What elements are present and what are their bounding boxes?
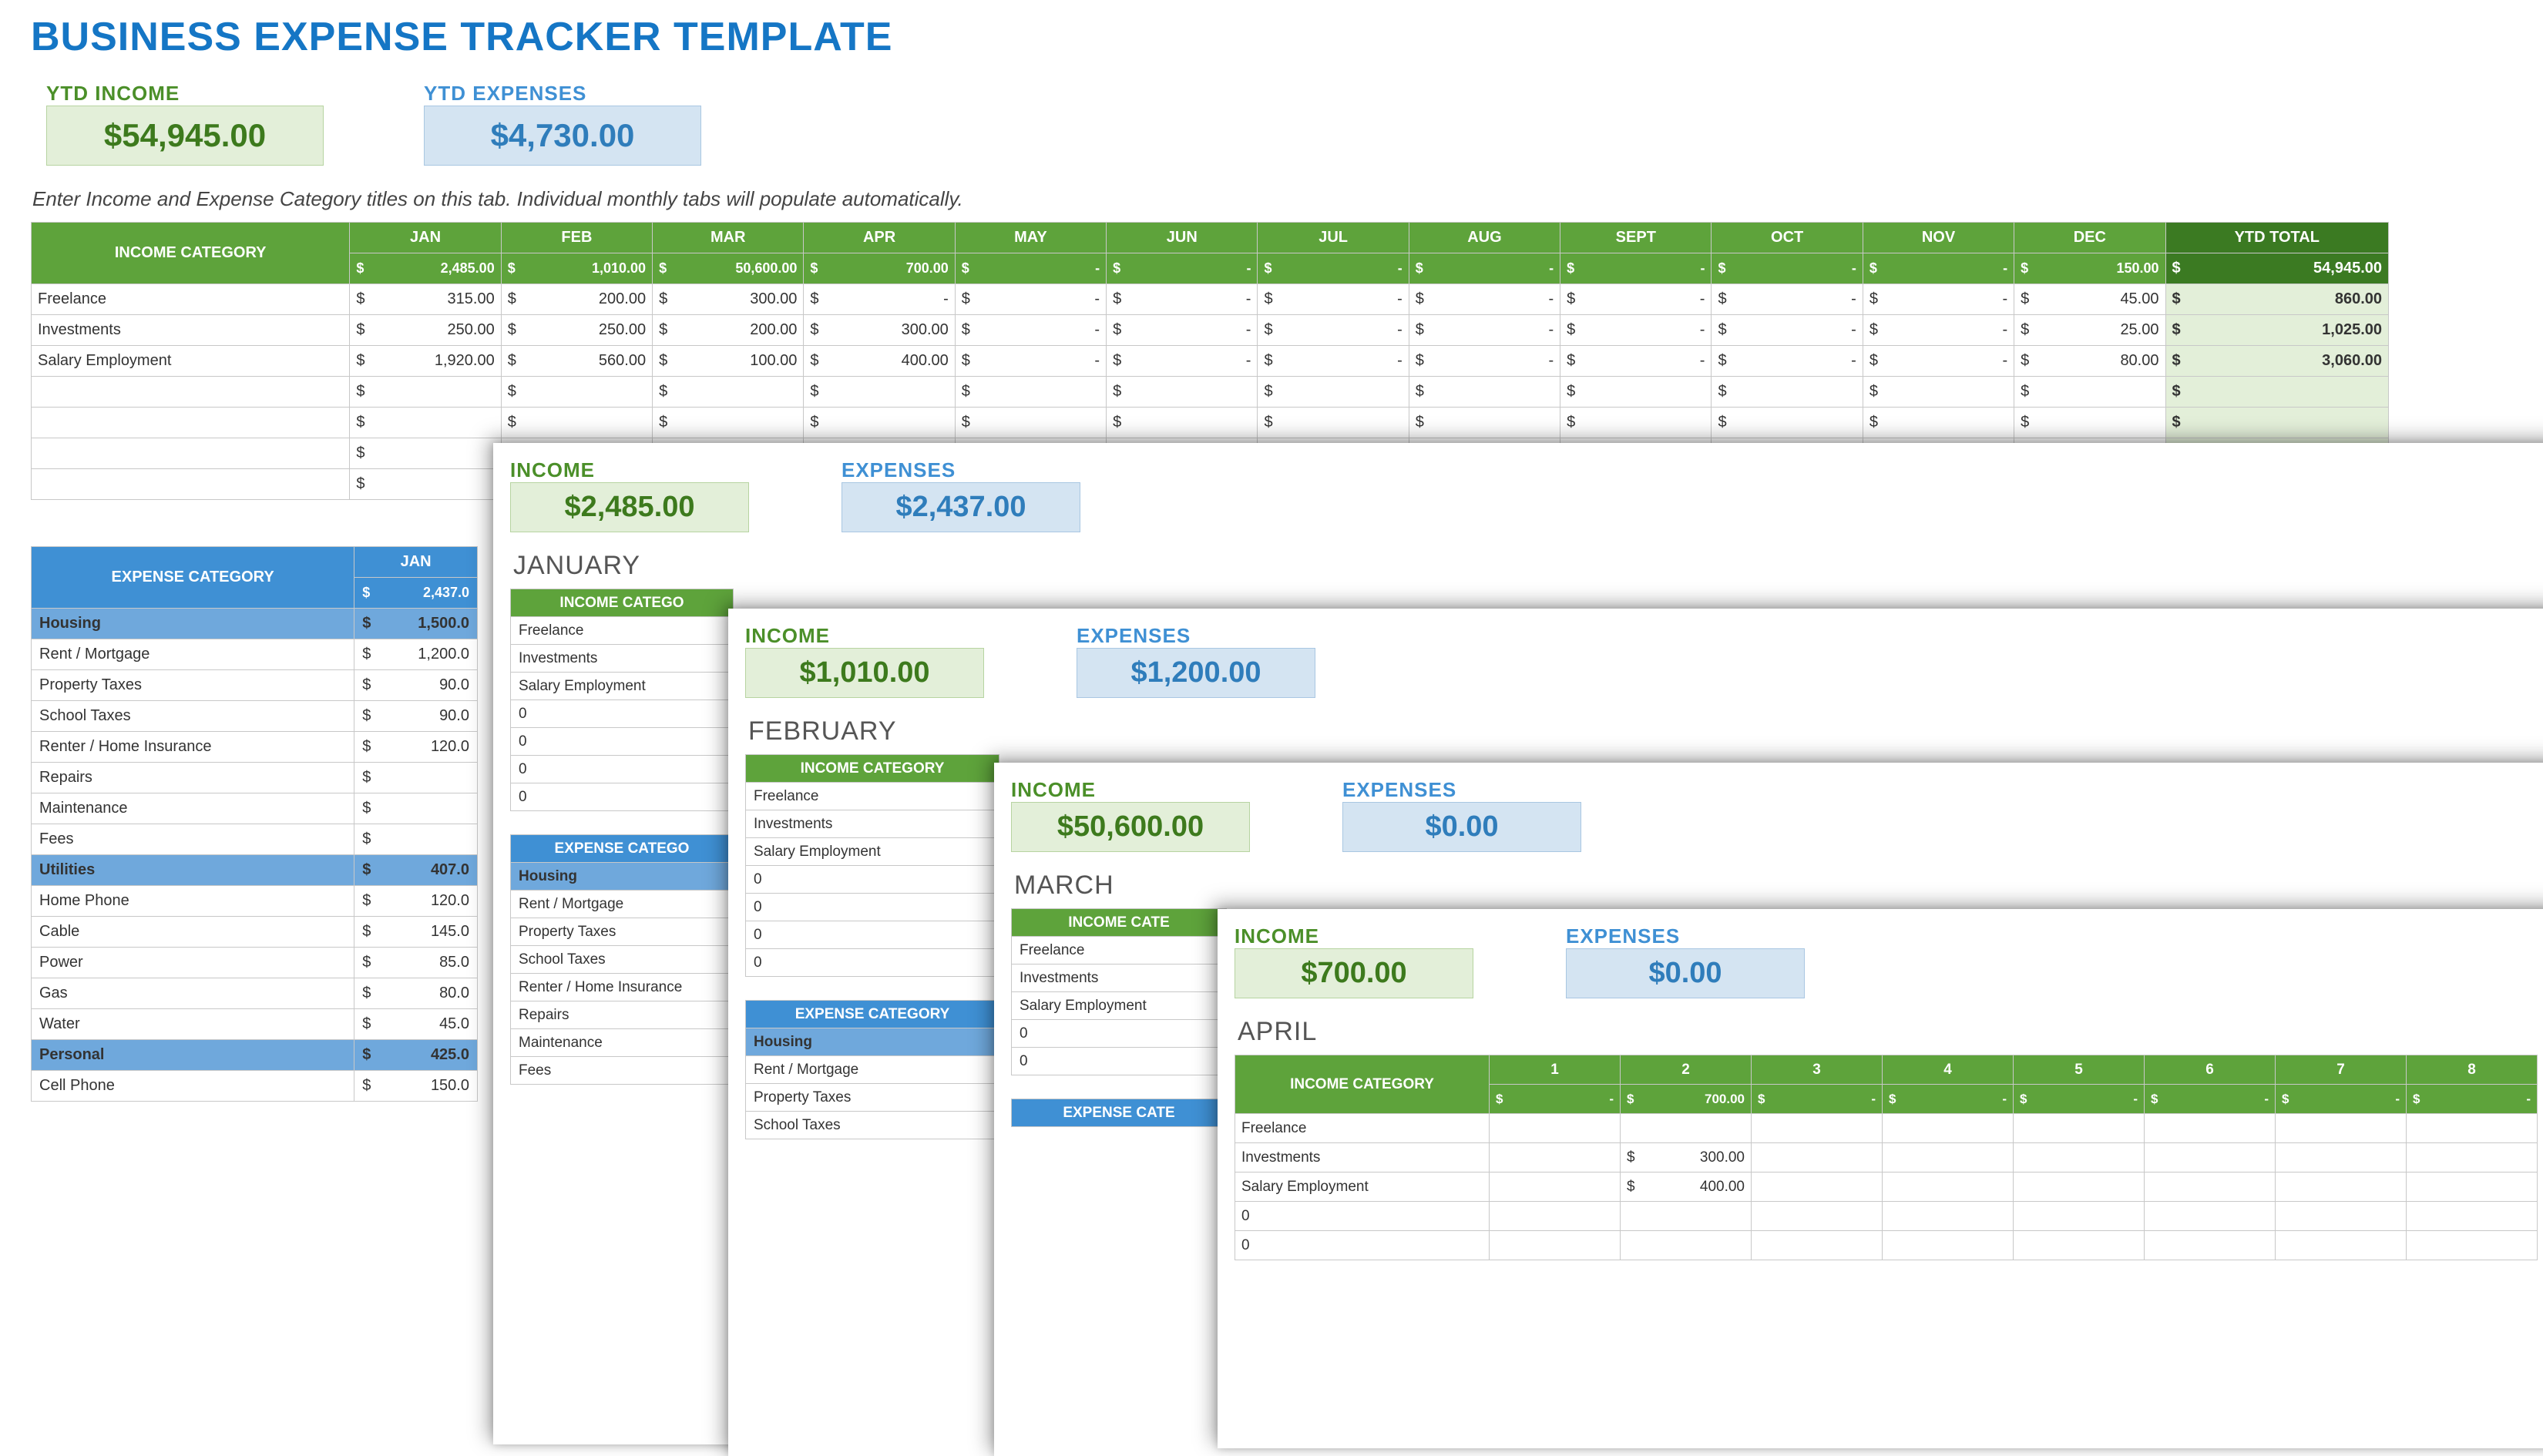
mar-income-table[interactable]: INCOME CATEFreelanceInvestmentsSalary Em… [1011,908,1227,1075]
mar-income-value: $50,600.00 [1011,802,1250,852]
jan-exp-value: $2,437.00 [842,482,1080,532]
ytd-summary: YTD INCOME $54,945.00 YTD EXPENSES $4,73… [0,60,2543,166]
page-title: BUSINESS EXPENSE TRACKER TEMPLATE [0,0,2543,60]
ytd-expenses-block: YTD EXPENSES $4,730.00 [424,82,701,166]
apr-income-value: $700.00 [1235,948,1473,998]
feb-income-value: $1,010.00 [745,648,984,698]
apr-exp-label: EXPENSES [1566,924,1805,948]
apr-income-label: INCOME [1235,924,1473,948]
mar-month-name: MARCH [1011,857,2543,908]
jan-income-value: $2,485.00 [510,482,749,532]
feb-exp-label: EXPENSES [1077,624,1315,648]
apr-income-table[interactable]: INCOME CATEGORY12345678$-$700.00$-$-$-$-… [1235,1055,2538,1260]
ytd-income-value: $54,945.00 [46,106,324,166]
jan-exp-label: EXPENSES [842,458,1080,482]
mar-exp-label: EXPENSES [1342,778,1581,802]
feb-exp-value: $1,200.00 [1077,648,1315,698]
feb-expense-table[interactable]: EXPENSE CATEGORYHousingRent / MortgagePr… [745,1000,999,1139]
april-panel: INCOME $700.00 EXPENSES $0.00 APRIL INCO… [1218,909,2543,1448]
apr-month-name: APRIL [1235,1003,2543,1055]
jan-income-label: INCOME [510,458,749,482]
feb-income-label: INCOME [745,624,984,648]
ytd-expenses-label: YTD EXPENSES [424,82,701,106]
feb-month-name: FEBRUARY [745,703,2543,754]
ytd-income-block: YTD INCOME $54,945.00 [46,82,324,166]
apr-exp-value: $0.00 [1566,948,1805,998]
expense-jan-table[interactable]: EXPENSE CATEGORYJAN$2,437.0Housing$1,500… [31,546,478,1102]
mar-expense-table[interactable]: EXPENSE CATE [1011,1099,1227,1127]
jan-income-table[interactable]: INCOME CATEGOFreelanceInvestmentsSalary … [510,589,734,811]
instruction-text: Enter Income and Expense Category titles… [0,166,2543,222]
jan-month-name: JANUARY [510,537,2543,589]
feb-income-table[interactable]: INCOME CATEGORYFreelanceInvestmentsSalar… [745,754,999,977]
mar-income-label: INCOME [1011,778,1250,802]
jan-expense-table[interactable]: EXPENSE CATEGOHousingRent / MortgageProp… [510,834,734,1085]
ytd-income-label: YTD INCOME [46,82,324,106]
ytd-expenses-value: $4,730.00 [424,106,701,166]
mar-exp-value: $0.00 [1342,802,1581,852]
